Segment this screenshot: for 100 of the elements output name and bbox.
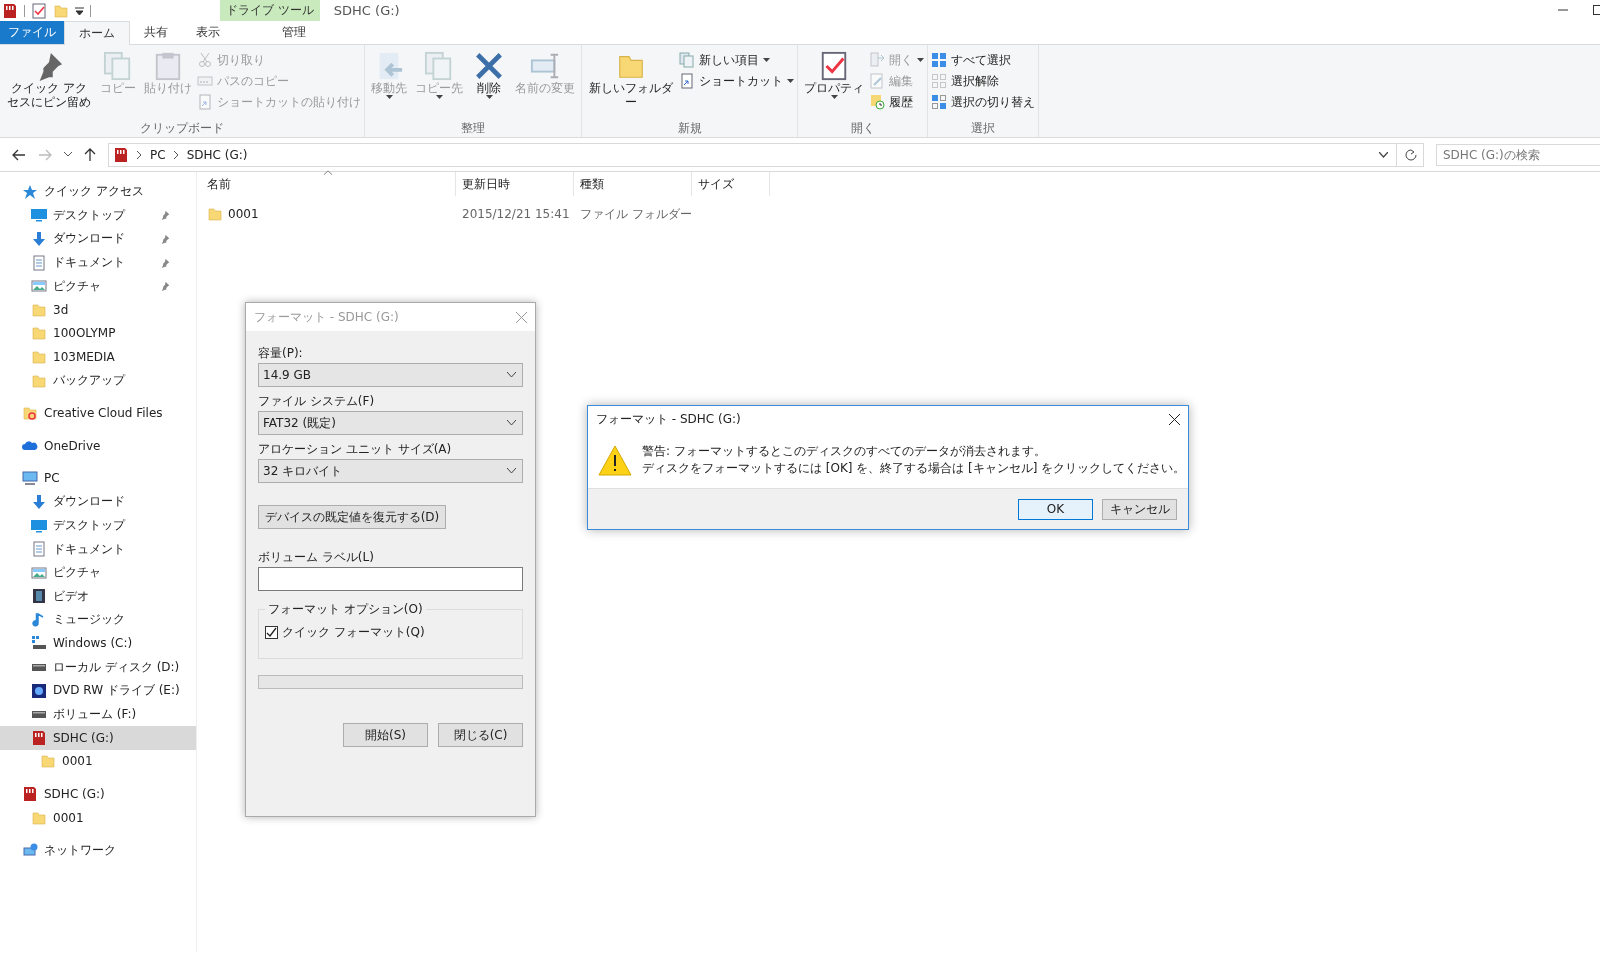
checkbox[interactable]: [265, 626, 278, 639]
pages-icon: [103, 51, 133, 81]
group-label: クリップボード: [139, 120, 225, 137]
invert-grid-icon: [931, 94, 947, 110]
nav-label: SDHC (G:): [53, 730, 114, 745]
ribbon-button[interactable]: すべて選択: [931, 51, 1035, 69]
dropdown[interactable]: FAT32 (既定): [258, 411, 523, 435]
nav-item[interactable]: バックアップ: [0, 368, 196, 393]
dialog-button[interactable]: OK: [1018, 498, 1093, 520]
ribbon-tab[interactable]: ホーム: [64, 21, 130, 45]
column-header[interactable]: 名前: [201, 172, 456, 196]
nav-label: ボリューム (F:): [53, 705, 137, 723]
nav-item[interactable]: ピクチャ: [0, 560, 196, 585]
folder-icon: [31, 809, 47, 826]
ribbon-button[interactable]: クイック アクセスにピン留め: [3, 49, 95, 120]
edit-icon: [869, 73, 885, 89]
ribbon-button[interactable]: プロパティ: [801, 49, 867, 120]
nav-item[interactable]: DVD RW ドライブ (E:): [0, 678, 196, 703]
nav-item[interactable]: デスクトップ: [0, 203, 196, 228]
shortcut-icon: [197, 94, 213, 110]
nav-item[interactable]: ネットワーク: [0, 838, 196, 863]
picture-icon: [31, 278, 47, 295]
chevron-down-icon: [507, 468, 516, 474]
dialog-button[interactable]: 開始(S): [343, 723, 428, 747]
refresh-icon[interactable]: [1405, 148, 1417, 161]
ribbon-button[interactable]: 選択解除: [931, 72, 1035, 90]
breadcrumb[interactable]: PC: [150, 147, 166, 162]
nav-label: 0001: [62, 754, 93, 769]
search-field[interactable]: SDHC (G:)の検索: [1436, 143, 1600, 166]
dropdown[interactable]: 32 キロバイト: [258, 459, 523, 483]
path-icon: [197, 73, 213, 89]
dialog-title: フォーマット - SDHC (G:): [596, 410, 741, 428]
folder-icon: [31, 301, 47, 318]
nav-item[interactable]: 0001: [0, 805, 196, 830]
star-icon: [22, 183, 38, 200]
checkbox-label: クイック フォーマット(Q): [282, 624, 425, 641]
document-icon: [31, 254, 47, 271]
nav-item[interactable]: Creative Cloud Files: [0, 401, 196, 425]
column-header[interactable]: サイズ: [692, 172, 770, 196]
column-header[interactable]: 種類: [574, 172, 692, 196]
nav-item[interactable]: ローカル ディスク (D:): [0, 655, 196, 679]
nav-item[interactable]: SDHC (G:): [0, 726, 196, 750]
nav-label: バックアップ: [53, 372, 125, 390]
ribbon-button[interactable]: 履歴: [869, 93, 924, 111]
nav-label: ビデオ: [53, 587, 89, 605]
up-arrow-icon[interactable]: [84, 147, 96, 162]
nav-label: ダウンロード: [53, 493, 125, 511]
nav-item[interactable]: ダウンロード: [0, 227, 196, 251]
nav-item[interactable]: デスクトップ: [0, 513, 196, 538]
nav-label: ドキュメント: [53, 254, 125, 272]
nav-item[interactable]: クイック アクセス: [0, 180, 196, 204]
nav-label: PC: [44, 471, 60, 486]
ribbon-button[interactable]: ショートカット: [679, 72, 794, 90]
ribbon-button[interactable]: 削除: [468, 49, 510, 120]
ribbon-tab[interactable]: 管理: [256, 21, 332, 44]
nav-item[interactable]: ドキュメント: [0, 250, 196, 275]
column-header[interactable]: 更新日時: [456, 172, 574, 196]
nav-label: 0001: [53, 810, 84, 825]
volume-label-field[interactable]: [258, 567, 523, 591]
nav-item[interactable]: ドキュメント: [0, 537, 196, 561]
chevron-down-icon[interactable]: [1379, 151, 1388, 158]
folder-icon: [40, 753, 56, 770]
dropdown[interactable]: 14.9 GB: [258, 363, 523, 387]
download-icon: [31, 493, 47, 510]
nav-item[interactable]: ピクチャ: [0, 274, 196, 298]
maximize-icon[interactable]: [1593, 5, 1600, 15]
breadcrumb[interactable]: SDHC (G:): [186, 147, 248, 162]
nav-label: ピクチャ: [53, 277, 101, 295]
ribbon-tab[interactable]: ファイル: [0, 21, 64, 44]
window-title: SDHC (G:): [333, 3, 400, 18]
dialog-button[interactable]: 閉じる(C): [438, 723, 523, 747]
nav-item[interactable]: 3d: [0, 297, 196, 322]
address-bar[interactable]: PC SDHC (G:): [108, 142, 1424, 167]
back-arrow-icon[interactable]: [12, 148, 26, 161]
nav-item[interactable]: SDHC (G:): [0, 782, 196, 806]
ribbon-tab[interactable]: 共有: [130, 21, 182, 44]
monitor-icon: [31, 207, 47, 224]
nav-item[interactable]: ボリューム (F:): [0, 702, 196, 727]
file-name[interactable]: 0001: [228, 207, 259, 221]
nav-item[interactable]: ビデオ: [0, 584, 196, 609]
customize-caret-icon[interactable]: [75, 6, 84, 15]
nav-item[interactable]: 100OLYMP: [0, 321, 196, 346]
nav-item[interactable]: ミュージック: [0, 608, 196, 632]
nav-item[interactable]: PC: [0, 466, 196, 491]
ribbon-button[interactable]: 選択の切り替え: [931, 93, 1035, 111]
nav-item[interactable]: 103MEDIA: [0, 345, 196, 369]
nav-item[interactable]: Windows (C:): [0, 631, 196, 656]
nav-item[interactable]: ダウンロード: [0, 490, 196, 514]
close-icon[interactable]: [1169, 413, 1180, 425]
drive-icon: [31, 635, 47, 652]
dialog-button[interactable]: キャンセル: [1102, 498, 1177, 520]
caret-icon: [787, 79, 794, 83]
nav-item[interactable]: OneDrive: [0, 433, 196, 458]
computer-icon: [22, 470, 38, 487]
restore-defaults-button[interactable]: デバイスの既定値を復元する(D): [258, 505, 446, 529]
nav-item[interactable]: 0001: [0, 749, 196, 774]
ribbon-button[interactable]: 新しいフォルダー: [585, 49, 677, 120]
ribbon-button[interactable]: 新しい項目: [679, 51, 794, 69]
chevron-down-icon[interactable]: [64, 152, 72, 157]
ribbon-tab[interactable]: 表示: [182, 21, 234, 44]
